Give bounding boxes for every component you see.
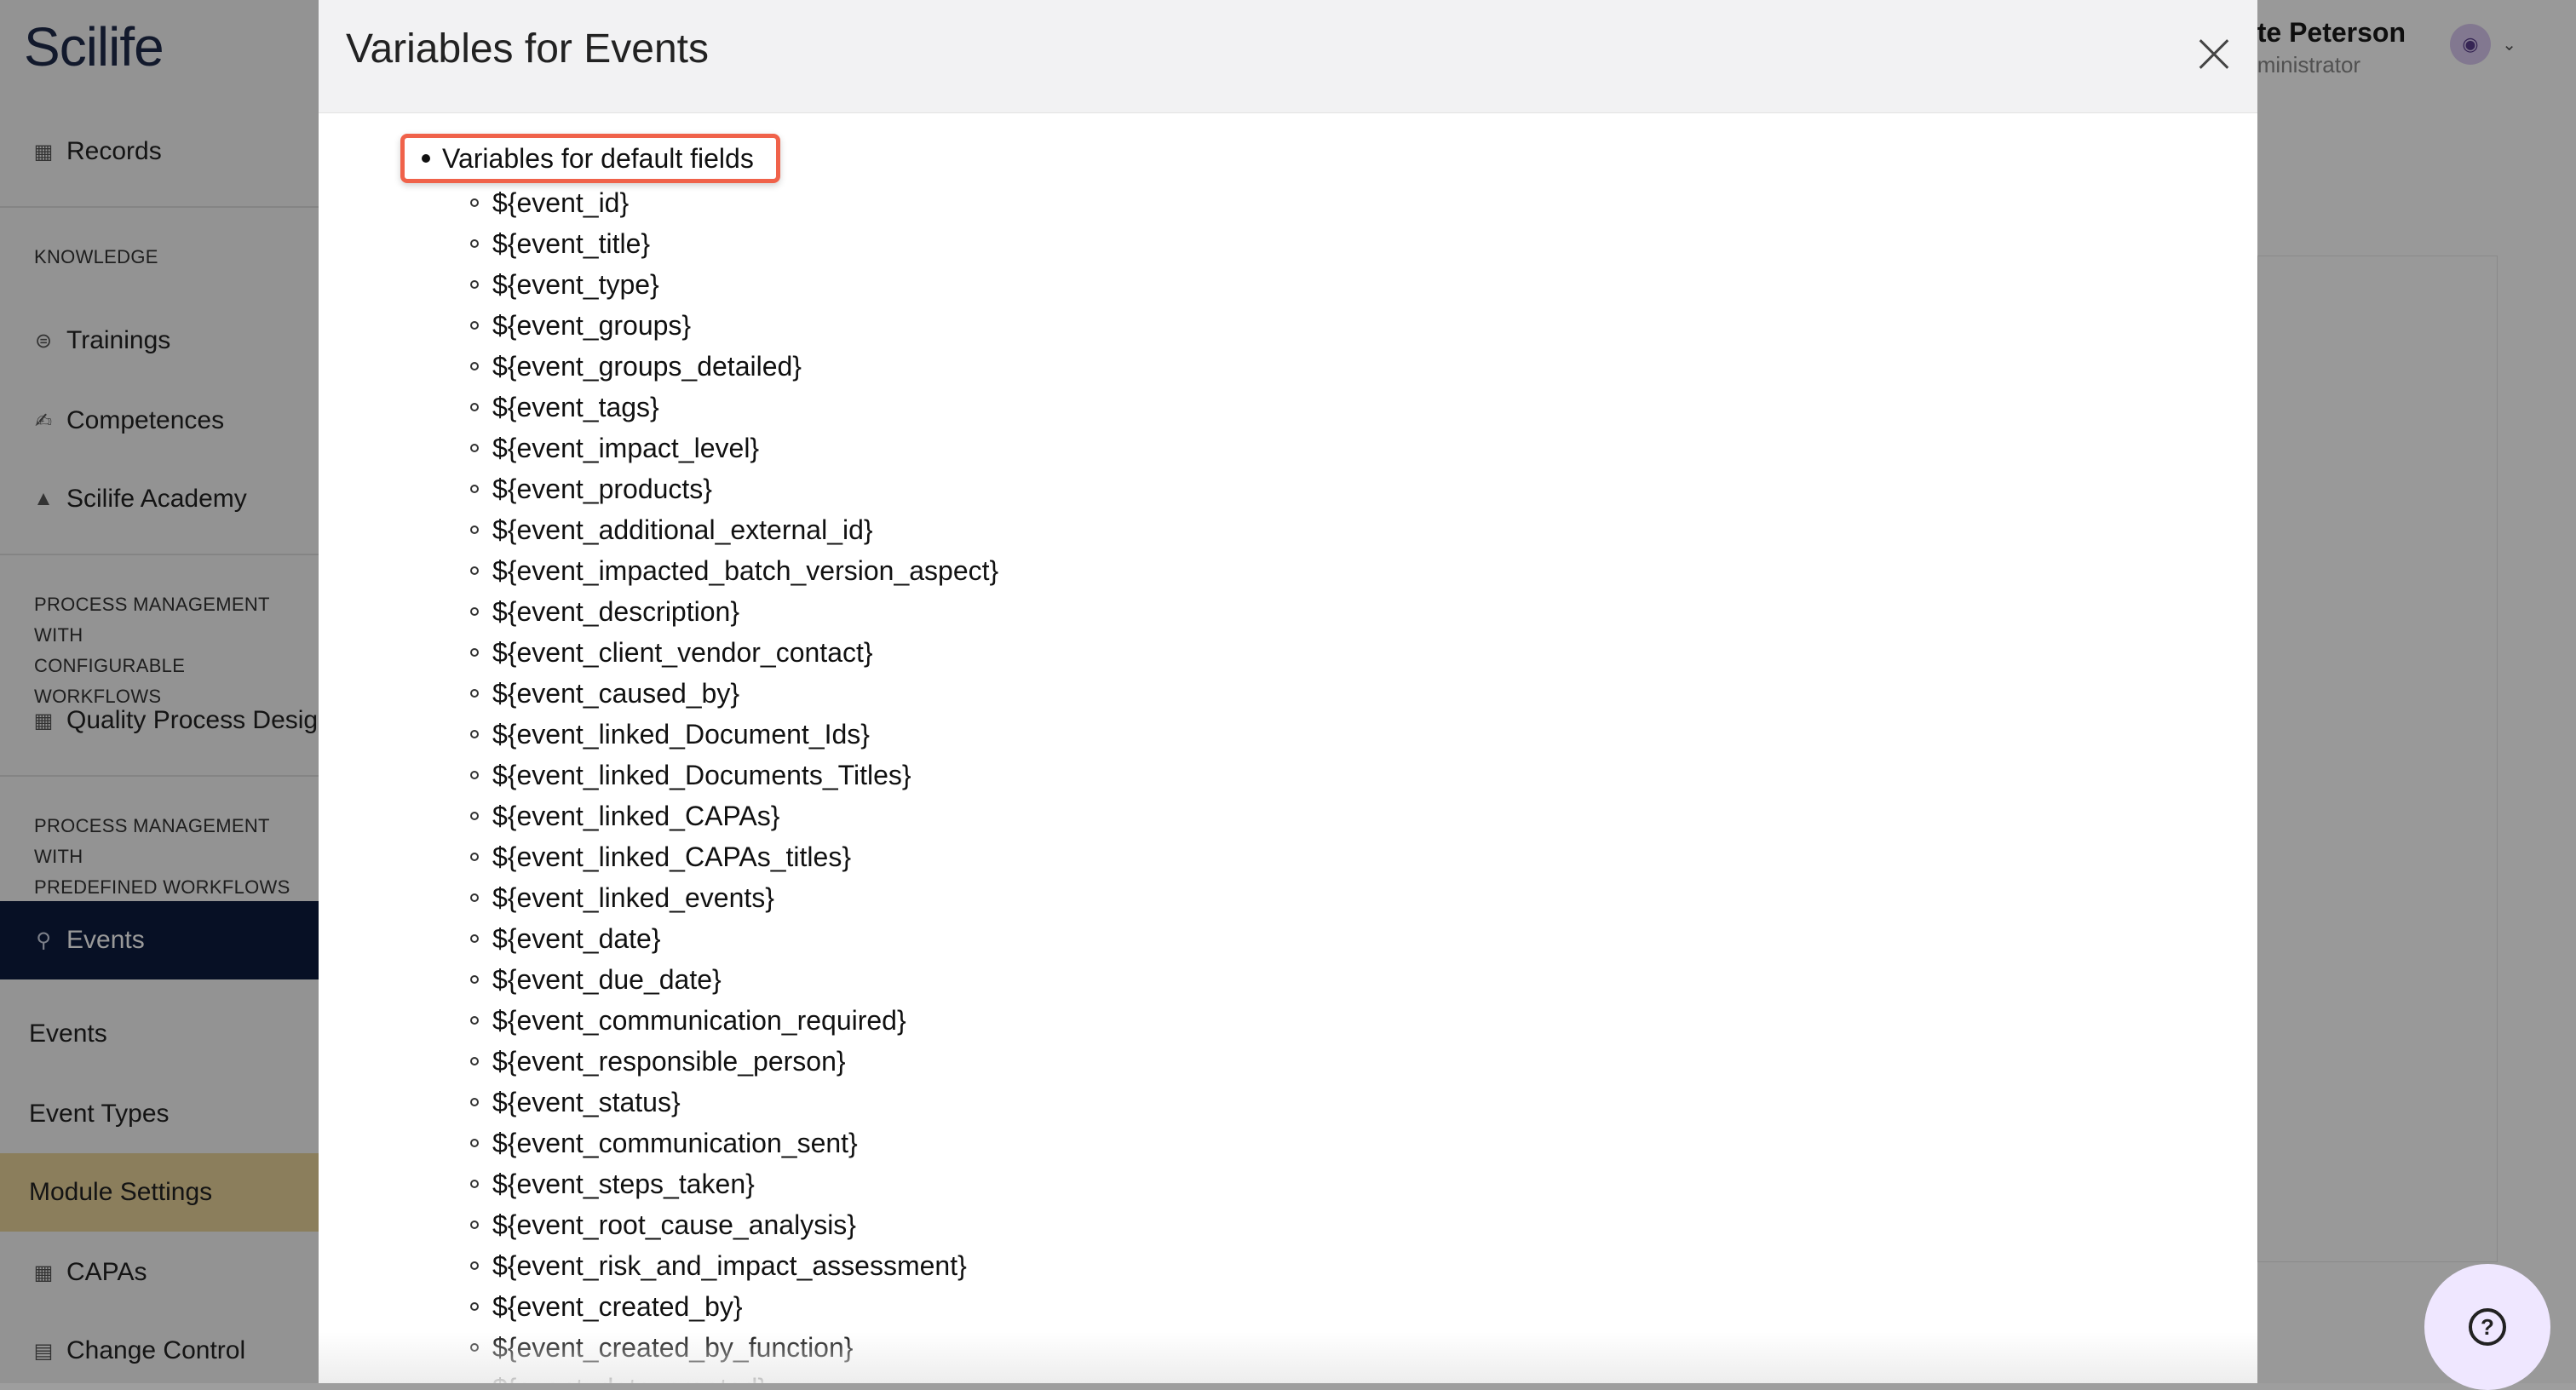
variable-item: ${event_products} — [470, 468, 998, 509]
variable-text: ${event_additional_external_id} — [492, 514, 873, 545]
variable-item: ${event_additional_external_id} — [470, 509, 998, 550]
variable-text: ${event_linked_events} — [492, 882, 774, 913]
bullet-circle — [470, 239, 479, 248]
default-fields-label: Variables for default fields — [442, 142, 754, 174]
bullet-circle — [470, 526, 479, 534]
modal-header: Variables for Events — [319, 0, 2257, 113]
bullet-circle — [470, 444, 479, 452]
variable-text: ${event_linked_Document_Ids} — [492, 718, 870, 750]
variable-text: ${event_caused_by} — [492, 677, 740, 709]
close-icon[interactable] — [2193, 32, 2235, 75]
variables-list: ${event_id} ${event_title} ${event_type} ${… — [470, 182, 998, 1383]
variable-text: ${event_products} — [492, 473, 712, 504]
variable-item: ${event_groups} — [470, 305, 998, 346]
bullet-circle — [470, 485, 479, 493]
variable-text: ${event_impacted_batch_version_aspect} — [492, 554, 999, 586]
variable-text: ${event_linked_Documents_Titles} — [492, 759, 911, 790]
variable-text: ${event_risk_and_impact_assessment} — [492, 1249, 967, 1281]
variable-item: ${event_groups_detailed} — [470, 346, 998, 387]
variable-item: ${event_risk_and_impact_assessment} — [470, 1245, 998, 1286]
variable-item: ${event_created_by} — [470, 1286, 998, 1327]
bullet-circle — [470, 566, 479, 575]
variable-item: ${event_status} — [470, 1082, 998, 1123]
variable-text: ${event_linked_CAPAs_titles} — [492, 841, 852, 872]
bullet-circle — [470, 1180, 479, 1188]
bullet-circle — [470, 1221, 479, 1229]
bullet-circle — [470, 321, 479, 330]
bullet-circle — [470, 975, 479, 984]
variable-text: ${event_linked_CAPAs} — [492, 800, 780, 831]
variables-modal: Variables for Events Variables for defau… — [319, 0, 2257, 1383]
bullet-circle — [470, 1098, 479, 1106]
variable-item: ${event_type} — [470, 264, 998, 305]
variable-item: ${event_tags} — [470, 387, 998, 428]
variable-item: ${event_id} — [470, 182, 998, 223]
variable-item: ${event_responsible_person} — [470, 1041, 998, 1082]
variable-item: ${event_root_cause_analysis} — [470, 1204, 998, 1245]
bullet-circle — [470, 853, 479, 861]
bullet-circle — [470, 893, 479, 902]
variable-item: ${event_impacted_batch_version_aspect} — [470, 550, 998, 591]
variable-text: ${event_groups_detailed} — [492, 350, 802, 382]
variable-item: ${event_title} — [470, 223, 998, 264]
variable-text: ${event_tags} — [492, 391, 659, 422]
bullet-circle — [470, 403, 479, 411]
variable-item: ${event_linked_CAPAs} — [470, 796, 998, 836]
scroll-fade — [319, 1332, 2257, 1383]
bullet-circle — [470, 607, 479, 616]
variable-item: ${event_linked_Documents_Titles} — [470, 755, 998, 796]
bullet-circle — [470, 1139, 479, 1147]
bullet-circle — [470, 771, 479, 779]
variable-item: ${event_linked_CAPAs_titles} — [470, 836, 998, 877]
bullet-circle — [470, 1016, 479, 1025]
bullet-circle — [470, 934, 479, 943]
variable-text: ${event_client_vendor_contact} — [492, 636, 873, 668]
variable-text: ${event_description} — [492, 595, 739, 627]
modal-title: Variables for Events — [346, 26, 709, 72]
variable-text: ${event_created_by} — [492, 1290, 743, 1322]
bullet-circle — [470, 1261, 479, 1270]
variable-text: ${event_root_cause_analysis} — [492, 1209, 856, 1240]
variable-text: ${event_responsible_person} — [492, 1045, 846, 1077]
variable-item: ${event_linked_events} — [470, 877, 998, 918]
bullet-circle — [470, 362, 479, 370]
bullet-circle — [470, 1057, 479, 1065]
variable-text: ${event_impact_level} — [492, 432, 760, 463]
default-fields-heading: Variables for default fields — [400, 134, 780, 183]
bullet-circle — [470, 689, 479, 698]
bullet-circle — [470, 280, 479, 289]
variable-text: ${event_due_date} — [492, 963, 722, 995]
variable-text: ${event_groups} — [492, 309, 692, 341]
bullet-circle — [470, 730, 479, 738]
help-button[interactable]: ? — [2424, 1264, 2550, 1390]
variable-text: ${event_communication_sent} — [492, 1127, 858, 1158]
variable-text: ${event_steps_taken} — [492, 1168, 755, 1199]
variable-text: ${event_title} — [492, 227, 651, 259]
variable-item: ${event_due_date} — [470, 959, 998, 1000]
bullet-circle — [470, 1302, 479, 1311]
variable-item: ${event_caused_by} — [470, 673, 998, 714]
bullet-circle — [470, 198, 479, 207]
variable-text: ${event_id} — [492, 187, 630, 218]
variable-item: ${event_client_vendor_contact} — [470, 632, 998, 673]
variable-text: ${event_type} — [492, 268, 659, 300]
variable-item: ${event_description} — [470, 591, 998, 632]
variable-item: ${event_date} — [470, 918, 998, 959]
variable-item: ${event_steps_taken} — [470, 1163, 998, 1204]
variable-item: ${event_linked_Document_Ids} — [470, 714, 998, 755]
bullet-dot — [422, 154, 430, 163]
variable-item: ${event_impact_level} — [470, 428, 998, 468]
bullet-circle — [470, 812, 479, 820]
variable-text: ${event_communication_required} — [492, 1004, 906, 1036]
variable-text: ${event_status} — [492, 1086, 681, 1117]
help-icon: ? — [2469, 1308, 2506, 1346]
variable-text: ${event_date} — [492, 922, 661, 954]
bullet-circle — [470, 648, 479, 657]
variable-item: ${event_communication_sent} — [470, 1123, 998, 1163]
variable-item: ${event_communication_required} — [470, 1000, 998, 1041]
modal-body: Variables for default fields ${event_id}… — [319, 113, 2257, 1383]
